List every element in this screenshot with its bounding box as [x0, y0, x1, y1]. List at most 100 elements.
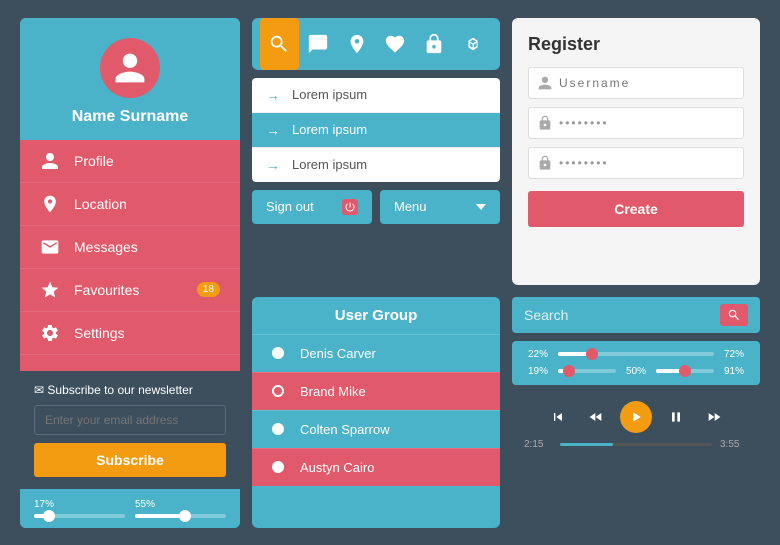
menu-button[interactable]: Menu — [380, 190, 500, 224]
slider-1-left: 22% — [524, 349, 552, 360]
rewind-icon — [588, 409, 604, 425]
dropdown-list: Lorem ipsum Lorem ipsum Lorem ipsum — [252, 78, 500, 182]
slider-2-track[interactable] — [558, 369, 616, 373]
right-bottom: 22% 72% 19% 50% 91% — [512, 297, 760, 528]
action-buttons: Sign out Menu — [252, 190, 500, 224]
newsletter-title: Subscribe to our newsletter — [47, 383, 192, 397]
prev-icon — [550, 409, 566, 425]
map-pin-icon — [346, 33, 368, 55]
progress-bar-1: 17% — [34, 499, 125, 518]
slider-1-right: 72% — [720, 349, 748, 360]
dropdown-arrow-1 — [266, 122, 282, 138]
player-panel: 2:15 3:55 — [512, 393, 760, 458]
newsletter-section: ✉ Subscribe to our newsletter Subscribe — [20, 371, 240, 489]
nav-settings[interactable]: Settings — [20, 312, 240, 355]
dropdown-item-2[interactable]: Lorem ipsum — [252, 148, 500, 182]
dropdown-item-0[interactable]: Lorem ipsum — [252, 78, 500, 113]
subscribe-button[interactable]: Subscribe — [34, 443, 226, 477]
fastforward-icon — [706, 409, 722, 425]
icon-bar — [252, 18, 500, 70]
progress-label-1: 17% — [34, 499, 125, 510]
player-progress: 2:15 3:55 — [524, 439, 748, 450]
ug-dot-2 — [272, 423, 284, 435]
fastforward-button[interactable] — [700, 403, 728, 431]
username-input[interactable] — [559, 68, 735, 98]
password-icon-2 — [537, 155, 553, 171]
ug-member-2[interactable]: Colten Sparrow — [252, 410, 500, 448]
caret-icon — [476, 204, 486, 210]
nav-messages[interactable]: Messages — [20, 226, 240, 269]
ug-member-0[interactable]: Denis Carver — [252, 334, 500, 372]
slider-row-1: 22% 72% — [524, 349, 748, 360]
password-input-1[interactable] — [559, 108, 735, 138]
pause-button[interactable] — [662, 403, 690, 431]
user-group-panel: User Group Denis Carver Brand Mike Colte… — [252, 297, 500, 528]
favourites-badge: 18 — [197, 282, 220, 297]
nav-location[interactable]: Location — [20, 183, 240, 226]
dropdown-arrow-0 — [266, 87, 282, 103]
password-wrap-1 — [528, 107, 744, 139]
player-controls — [524, 401, 748, 433]
nav-favourites[interactable]: Favourites 18 — [20, 269, 240, 312]
power-icon — [342, 199, 358, 215]
middle-top: Lorem ipsum Lorem ipsum Lorem ipsum Sign… — [252, 18, 500, 285]
iconbar-location[interactable] — [337, 18, 376, 70]
sliders-panel: 22% 72% 19% 50% 91% — [512, 341, 760, 385]
slider-1-track[interactable] — [558, 352, 714, 356]
progress-bar-2: 55% — [135, 499, 226, 518]
messages-icon — [40, 237, 60, 257]
ug-dot-1 — [272, 385, 284, 397]
left-panel: Name Surname Profile Location Messages — [20, 18, 240, 528]
iconbar-lock[interactable] — [415, 18, 454, 70]
user-name: Name Surname — [72, 108, 189, 126]
password-wrap-2 — [528, 147, 744, 179]
iconbar-chat[interactable] — [299, 18, 338, 70]
location-icon — [40, 194, 60, 214]
cube-icon — [462, 33, 484, 55]
player-track[interactable] — [560, 443, 712, 446]
newsletter-icon: ✉ — [34, 383, 44, 397]
search-button[interactable] — [720, 304, 748, 326]
chat-icon — [307, 33, 329, 55]
username-icon — [537, 75, 553, 91]
heart-icon — [384, 33, 406, 55]
search-icon — [268, 33, 290, 55]
nav-profile[interactable]: Profile — [20, 140, 240, 183]
ug-dot-3 — [272, 461, 284, 473]
play-button[interactable] — [620, 401, 652, 433]
ug-dot-0 — [272, 347, 284, 359]
slider-2-track-2[interactable] — [656, 369, 714, 373]
iconbar-search[interactable] — [260, 18, 299, 70]
search-bar — [512, 297, 760, 333]
iconbar-heart[interactable] — [376, 18, 415, 70]
ug-member-1[interactable]: Brand Mike — [252, 372, 500, 410]
slider-2-mid: 50% — [622, 366, 650, 377]
prev-button[interactable] — [544, 403, 572, 431]
register-panel: Register Create — [512, 18, 760, 285]
rewind-button[interactable] — [582, 403, 610, 431]
avatar — [100, 38, 160, 98]
email-input[interactable] — [34, 405, 226, 435]
iconbar-cube[interactable] — [453, 18, 492, 70]
search-input[interactable] — [524, 307, 720, 323]
user-icon — [112, 50, 148, 86]
progress-section: 17% 55% — [20, 489, 240, 528]
slider-2-left: 19% — [524, 366, 552, 377]
nav-menu: Profile Location Messages Favourites 18 — [20, 140, 240, 371]
power-svg — [344, 201, 356, 213]
player-current: 2:15 — [524, 439, 552, 450]
dropdown-item-1[interactable]: Lorem ipsum — [252, 113, 500, 148]
create-button[interactable]: Create — [528, 191, 744, 227]
slider-2-right: 91% — [720, 366, 748, 377]
search-button-icon — [727, 308, 741, 322]
password-input-2[interactable] — [559, 148, 735, 178]
user-group-title: User Group — [252, 297, 500, 334]
register-title: Register — [528, 34, 744, 55]
signout-button[interactable]: Sign out — [252, 190, 372, 224]
pause-icon — [668, 409, 684, 425]
username-wrap — [528, 67, 744, 99]
player-total: 3:55 — [720, 439, 748, 450]
ug-member-3[interactable]: Austyn Cairo — [252, 448, 500, 486]
lock-icon — [423, 33, 445, 55]
avatar-section: Name Surname — [20, 18, 240, 140]
